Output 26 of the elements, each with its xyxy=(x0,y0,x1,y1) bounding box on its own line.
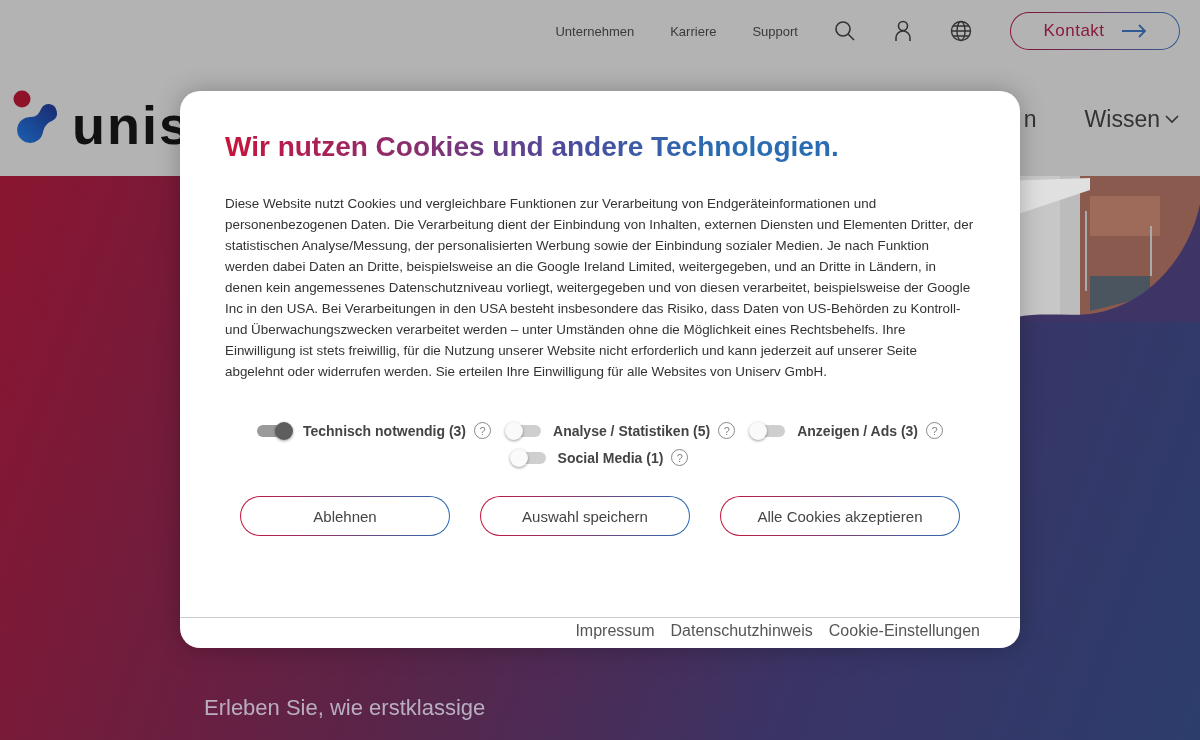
footer-link[interactable]: Cookie-Einstellungen xyxy=(828,622,980,640)
nav-link[interactable]: Unternehmen xyxy=(555,23,635,39)
consent-button[interactable]: Alle Cookies akzeptieren xyxy=(720,496,960,536)
search-icon[interactable] xyxy=(834,20,856,42)
nav-link[interactable]: Karriere xyxy=(670,23,717,39)
nav-item[interactable]: n xyxy=(1023,105,1037,133)
toggle-switch[interactable] xyxy=(511,451,546,464)
toggle-switch[interactable] xyxy=(751,424,786,437)
category-label: Technisch notwendig (3) xyxy=(302,422,467,439)
category-label: Anzeigen / Ads (3) xyxy=(797,422,919,439)
toggle-switch[interactable] xyxy=(507,424,542,437)
footer-link[interactable]: Impressum xyxy=(575,622,655,640)
category-label: Social Media (1) xyxy=(557,449,664,466)
toggle-switch[interactable] xyxy=(256,424,291,437)
contact-button[interactable]: Kontakt xyxy=(1010,12,1180,50)
nav-item[interactable]: Wissen xyxy=(1084,105,1180,133)
consent-button[interactable]: Ablehnen xyxy=(240,496,450,536)
consent-text: Diese Website nutzt Cookies und vergleichbare Funktionen zur Verarbeitung von Endgeräteinformationen und personenbezogenen Daten. Die Verarbeitung dient der Einbindung von Inhalten, externen Diensten und Elementen Dritter, der statistischen Analyse/Messung, der personalisierten Werbung sowie der Einbindung sozialer Medien. Je nach Funktion werden dabei Daten an Dritte, beispielsweise an die Google Ireland Limited, weitergegeben, und an Dritte in Ländern, in denen kein angemessenes Datenschutzniveau vorliegt, weitergegeben und von diesen verarbeitet, beispielsweise der Google Inc in den USA. Bei Verarbeitungen in den USA besteht insbesondere das Risiko, dass Daten von US-Behörden zu Kontroll- und Überwachungszwecken verarbeitet werden – unter Umständen ohne die Möglichkeit eines Rechtsbehelfs. Ihre Einwilligung ist stets freiwillig, für die Nutzung unserer Website nicht erforderlich und kann jederzeit auf unserer Seite abgelehnt oder widerrufen werden. Sie erteilen Ihre Einwilligung für alle Websites von Uniserv GmbH. xyxy=(225,195,975,381)
hero-subline: Erleben Sie, wie erstklassige xyxy=(204,694,487,722)
category-label: Analyse / Statistiken (5) xyxy=(553,422,711,439)
globe-icon[interactable] xyxy=(950,20,972,42)
user-icon[interactable] xyxy=(894,20,912,42)
nav-link[interactable]: Support xyxy=(752,23,798,39)
footer-link[interactable]: Datenschutzhinweis xyxy=(670,622,813,640)
consent-button[interactable]: Auswahl speichern xyxy=(480,496,690,536)
arrow-right-icon xyxy=(1120,24,1147,38)
